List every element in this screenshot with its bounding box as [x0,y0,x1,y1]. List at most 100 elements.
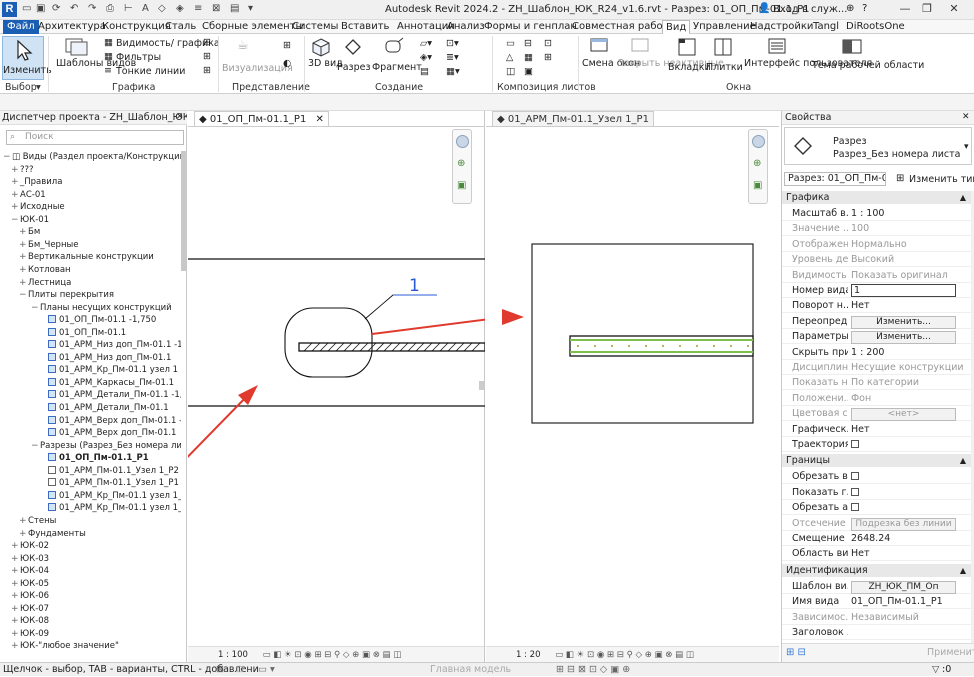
revit-logo-icon[interactable]: R [2,2,17,17]
sheet-icon[interactable]: ▭ [506,38,515,49]
edit-type-button[interactable]: Изменить тип [909,174,974,185]
property-value[interactable]: Изменить... [851,329,971,345]
property-value[interactable]: 2648.24 [851,531,971,546]
property-value[interactable]: Изменить... [851,314,971,329]
tab-0[interactable]: Файл [3,20,39,34]
tree-item[interactable]: ЮК-06 [20,590,49,602]
tree-item[interactable]: Разрезы (Разрез_Без номера листа) [40,440,181,452]
property-value[interactable] [851,469,971,484]
property-value[interactable]: Фон [851,391,971,406]
apply-button[interactable]: Применить [927,647,974,658]
chevron-down-icon[interactable]: ▾ [964,142,969,152]
tab-14[interactable]: Tangl [813,20,839,34]
chevron-down-icon[interactable]: ▾ [36,82,41,93]
cart-icon[interactable]: ⊕ [846,3,854,14]
3d-icon[interactable]: ◇ [158,3,166,14]
close-icon[interactable]: ✕ [945,2,963,17]
tree-item[interactable]: Стены [28,515,56,527]
sign-in-link[interactable]: Вход в служ... [773,4,847,15]
property-value[interactable]: 1 : 100 [851,206,971,221]
customize-icon[interactable]: ▾ [248,3,253,14]
tree-item[interactable]: 01_АРМ_Каркасы_Пм-01.1 [48,377,174,389]
active-model-label[interactable]: Главная модель [430,663,511,677]
redo-icon[interactable]: ↷ [88,3,96,14]
collapse-icon[interactable]: ▲ [960,191,966,204]
property-section[interactable]: Идентификация ▲ [782,563,972,577]
tree-toggle-icon[interactable]: + [19,528,27,540]
callout-button[interactable]: Фрагмент [372,36,422,80]
close-tab-icon[interactable]: ✕ [316,114,324,125]
tree-item[interactable]: ЮК-07 [20,603,49,615]
view-tab-detail[interactable]: ◆ 01_АРМ_Пм-01.1_Узел 1_Р1 [492,111,654,126]
close-inactive-button[interactable]: Закрыть неактивные [618,36,724,80]
tree-item[interactable]: 01_АРМ_Верх доп_Пм-01.1 [48,427,176,439]
tree-item[interactable]: ЮК-04 [20,565,49,577]
tree-item[interactable]: 01_АРМ_Верх доп_Пм-01.1 -1,75 [48,415,181,427]
tree-item[interactable]: Бм [28,226,40,238]
schedules-icon[interactable]: ▦▾ [446,66,460,77]
callout-tag-number[interactable]: 1 [409,276,420,296]
tree-item[interactable]: 01_АРМ_Детали_Пм-01.1 [48,402,169,414]
tree-item[interactable]: 01_АРМ_Кр_Пм-01.1 узел 1_Р2 [48,490,181,502]
tree-item[interactable]: _Правила [20,176,62,188]
tree-toggle-icon[interactable]: + [11,628,19,640]
crop-region[interactable] [531,243,754,424]
tree-item[interactable]: Планы несущих конструкций [40,302,172,314]
guide-grid-icon[interactable]: ▦ [524,52,533,63]
tree-item[interactable]: Котлован [28,264,71,276]
tree-toggle-icon[interactable]: + [19,277,27,289]
tree-item[interactable]: ЮК-08 [20,615,49,627]
thin-lines-icon[interactable]: ≡ [194,3,202,14]
open-icon[interactable]: ▭ [22,3,31,14]
tile-views-button[interactable]: Плитки [706,36,743,80]
tree-toggle-icon[interactable]: + [11,565,19,577]
tab-1[interactable]: Архитектура [38,20,106,34]
minimize-icon[interactable]: — [896,2,914,17]
property-value[interactable] [851,485,971,500]
tree-toggle-icon[interactable]: − [11,214,19,226]
duplicate-view-icon[interactable]: ⊡▾ [446,38,459,49]
plan-views-icon[interactable]: ▱▾ [420,38,432,49]
view-controls-icons[interactable]: ▭ ◧ ☀ ⊡ ◉ ⊞ ⊟ ⚲ ◇ ⊕ ▣ ⊗ ▤ ◫ [263,650,402,660]
property-value[interactable]: ZH_ЮК_ПМ_Оп [851,579,971,594]
property-value[interactable]: Несущие конструкции [851,360,971,375]
property-value[interactable]: Нет [851,546,971,561]
tree-toggle-icon[interactable]: − [31,302,39,314]
matchline-icon[interactable]: ⊞ [544,52,552,63]
view-splitter-handle[interactable] [479,381,484,390]
tab-5[interactable]: Системы [292,20,338,34]
collapse-icon[interactable]: ▲ [960,454,966,467]
tree-toggle-icon[interactable]: + [11,164,19,176]
tree-item[interactable]: ЮК-09 [20,628,49,640]
property-value[interactable] [851,437,971,452]
cloud-render-icon[interactable]: ◐ [283,58,291,69]
view-reference-icon[interactable]: ◫ [506,66,515,77]
close-properties-icon[interactable]: ✕ [962,112,970,122]
tab-2[interactable]: Конструкция [102,20,171,34]
property-section[interactable]: Границы ▲ [782,454,972,468]
revisions-icon[interactable]: △ [506,52,513,63]
elevation-icon[interactable]: ◈▾ [420,52,432,63]
tree-item[interactable]: 01_АРМ_Кр_Пм-01.1 узел 1_Р1 [48,502,181,514]
property-value[interactable]: Показать оригинал [851,268,971,283]
tree-item[interactable]: Плиты перекрытия [28,289,114,301]
tree-toggle-icon[interactable]: + [11,176,19,188]
title-block-icon[interactable]: ⊟ [524,38,532,49]
close-hidden-icon[interactable]: ⊠ [212,3,220,14]
tree-item[interactable]: ЮК-01 [20,214,49,226]
selection-options-icons[interactable]: ⊞ ⊟ ⊠ ⊡ ◇ ▣ ⊕ [556,663,630,677]
tree-item[interactable]: Исходные [20,201,65,213]
type-selector[interactable]: Разрез Разрез_Без номера листа ▾ [784,127,972,165]
view-controls-icons-2[interactable]: ▭ ◧ ☀ ⊡ ◉ ⊞ ⊟ ⚲ ◇ ⊕ ▣ ⊗ ▤ ◫ [555,650,694,660]
switch-windows-button[interactable]: Смена окон [582,36,640,80]
visibility-dropdown-icon[interactable]: ⊞ [203,37,211,48]
property-value[interactable]: Независимый [851,610,971,625]
tree-toggle-icon[interactable]: + [11,590,19,602]
property-section[interactable]: Графика ▲ [782,191,972,204]
save-icon[interactable]: ▣ [36,3,45,14]
property-button[interactable]: Подрезка без линии [851,517,956,531]
graphics-tool2-icon[interactable]: ⊞ [203,65,211,76]
tree-item[interactable]: АС-01 [20,189,46,201]
property-input[interactable]: 1 [851,284,956,297]
tree-item[interactable]: Вертикальные конструкции [28,251,154,263]
